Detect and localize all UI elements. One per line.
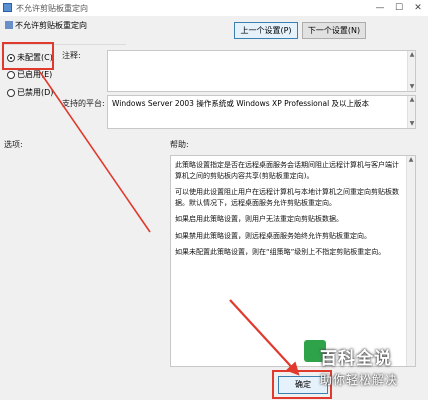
watermark-main: 百科全说 [320,349,392,369]
watermark: 百科全说 助你轻松解决 [320,344,428,400]
watermark-sub: 助你轻松解决 [320,373,399,387]
annotation-line [39,71,151,233]
annotation-arrows [39,71,300,376]
arrow-to-ok [229,299,300,376]
